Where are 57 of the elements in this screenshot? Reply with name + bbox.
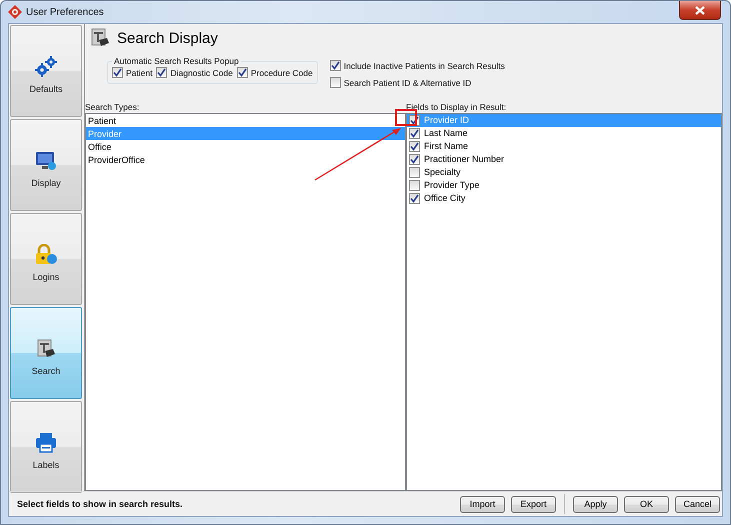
close-button[interactable]	[679, 1, 721, 20]
field-label: Provider ID	[424, 114, 470, 127]
status-text: Select fields to show in search results.	[17, 499, 183, 509]
monitor-icon	[34, 150, 58, 172]
checkbox[interactable]	[409, 167, 420, 178]
sidebar-item[interactable]: Labels	[10, 401, 82, 493]
list-item[interactable]: ProviderOffice	[86, 153, 405, 166]
field-label: First Name	[424, 140, 468, 153]
checkbox-label: Patient	[126, 68, 152, 78]
printer-icon	[34, 432, 58, 454]
field-row[interactable]: Specialty	[407, 166, 721, 179]
checkbox[interactable]	[330, 77, 341, 88]
page-icon	[89, 27, 111, 49]
gears-icon	[34, 56, 58, 78]
checkbox[interactable]	[409, 141, 420, 152]
checkbox[interactable]	[409, 154, 420, 165]
field-row[interactable]: Provider Type	[407, 179, 721, 192]
app-logo-icon	[8, 5, 22, 19]
checkbox[interactable]	[112, 67, 123, 78]
checkbox-label: Diagnostic Code	[170, 68, 233, 78]
field-label: Practitioner Number	[424, 153, 504, 166]
close-icon	[695, 6, 705, 14]
sidebar-item[interactable]: Display	[10, 119, 82, 211]
checkbox[interactable]	[409, 180, 420, 191]
checkbox-label: Include Inactive Patients in Search Results	[344, 60, 505, 70]
group-title: Automatic Search Results Popup	[113, 56, 240, 66]
checkbox[interactable]	[330, 60, 341, 71]
field-label: Office City	[424, 192, 466, 205]
checkbox-label: Search Patient ID & Alternative ID	[344, 78, 472, 88]
annotation-box	[395, 109, 417, 126]
window-title: User Preferences	[26, 6, 104, 18]
checkbox[interactable]	[236, 67, 248, 78]
sidebar-item[interactable]: Search	[10, 307, 82, 399]
checkbox[interactable]	[156, 67, 168, 78]
field-row[interactable]: Office City	[407, 192, 721, 205]
page-title: Search Display	[117, 30, 218, 46]
list-item[interactable]: Patient	[86, 114, 405, 127]
field-label: Last Name	[424, 127, 468, 140]
field-row[interactable]: Practitioner Number	[407, 153, 721, 166]
tool-icon	[35, 338, 57, 360]
list-item[interactable]: Office	[86, 140, 405, 153]
checkbox[interactable]	[409, 128, 420, 139]
list-label: Search Types:	[85, 102, 140, 113]
checkbox[interactable]	[409, 193, 420, 204]
field-row[interactable]: Last Name	[407, 127, 721, 140]
field-row[interactable]: First Name	[407, 140, 721, 153]
dialog-button[interactable]: Import	[460, 496, 505, 512]
dialog-button[interactable]: Apply	[573, 496, 618, 512]
field-label: Specialty	[424, 166, 461, 179]
sidebar-item[interactable]: Defaults	[10, 25, 82, 117]
dialog-button[interactable]: Cancel	[675, 496, 720, 512]
field-label: Provider Type	[424, 179, 480, 192]
dialog-button[interactable]: Export	[511, 496, 556, 512]
checkbox-label: Procedure Code	[250, 68, 313, 78]
dialog-button[interactable]: OK	[624, 496, 669, 512]
lock-icon	[34, 244, 58, 266]
sidebar-item[interactable]: Logins	[10, 213, 82, 305]
